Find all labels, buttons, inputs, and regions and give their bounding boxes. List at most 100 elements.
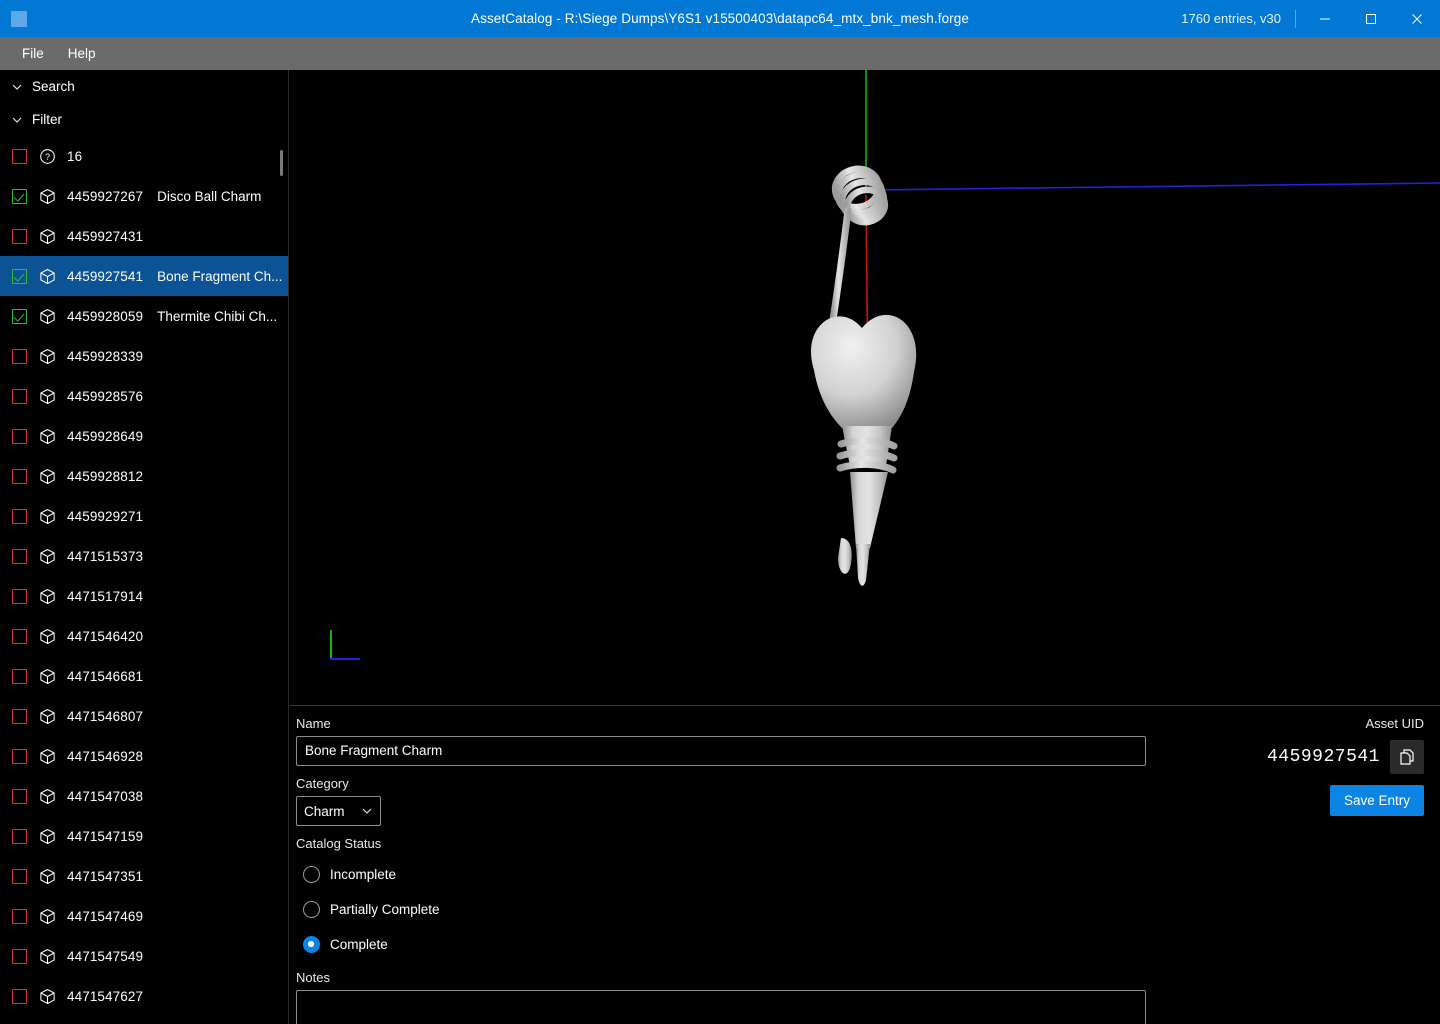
notes-input[interactable]	[296, 990, 1146, 1024]
minimize-icon[interactable]	[1302, 0, 1348, 37]
category-select[interactable]: Charm	[296, 796, 381, 826]
sidebar: Search Filter ? 16 4459927267 Disco Ball Ch…	[0, 70, 289, 1024]
radio-complete[interactable]: Complete	[296, 927, 1151, 962]
row-uid: 4459929271	[67, 508, 144, 524]
row-checkbox[interactable]	[12, 668, 27, 684]
asset-uid-row: 4459927541	[1124, 740, 1424, 774]
row-uid: 4459927267	[67, 188, 144, 204]
row-checkbox[interactable]	[12, 548, 27, 564]
mesh-cube-icon	[38, 427, 57, 446]
list-item[interactable]: 4459928576	[0, 376, 288, 416]
close-icon[interactable]	[1394, 0, 1440, 37]
radio-incomplete[interactable]: Incomplete	[296, 857, 1151, 892]
row-checkbox[interactable]	[12, 788, 27, 804]
list-item[interactable]: 4471515373	[0, 536, 288, 576]
list-item[interactable]: 4459927541 Bone Fragment Ch...	[0, 256, 288, 296]
row-checkbox[interactable]	[12, 908, 27, 924]
row-checkbox[interactable]	[12, 188, 27, 204]
list-item[interactable]: 4459927267 Disco Ball Charm	[0, 176, 288, 216]
row-checkbox[interactable]	[12, 868, 27, 884]
list-item[interactable]: 4459928649	[0, 416, 288, 456]
row-checkbox[interactable]	[12, 988, 27, 1004]
row-checkbox[interactable]	[12, 428, 27, 444]
radio-partially-complete[interactable]: Partially Complete	[296, 892, 1151, 927]
row-uid: 4471547549	[67, 948, 144, 964]
menu-item-file[interactable]: File	[10, 41, 56, 66]
model-render	[810, 70, 1440, 586]
row-checkbox[interactable]	[12, 268, 27, 284]
row-checkbox[interactable]	[12, 588, 27, 604]
sidebar-section-filter[interactable]: Filter	[0, 103, 288, 136]
mesh-cube-icon	[38, 987, 57, 1006]
mesh-cube-icon	[38, 907, 57, 926]
app-square-icon	[0, 0, 37, 37]
list-item[interactable]: 4471546807	[0, 696, 288, 736]
mesh-cube-icon	[38, 387, 57, 406]
mesh-cube-icon	[38, 347, 57, 366]
row-checkbox[interactable]	[12, 308, 27, 324]
sidebar-section-search[interactable]: Search	[0, 70, 288, 103]
catalog-status-group: Incomplete Partially Complete Complete	[296, 857, 1151, 962]
name-input[interactable]: Bone Fragment Charm	[296, 736, 1146, 766]
row-checkbox[interactable]	[12, 628, 27, 644]
row-checkbox[interactable]	[12, 748, 27, 764]
maximize-icon[interactable]	[1348, 0, 1394, 37]
list-item[interactable]: 4459928059 Thermite Chibi Ch...	[0, 296, 288, 336]
mesh-cube-icon	[38, 507, 57, 526]
list-item[interactable]: 4459929271	[0, 496, 288, 536]
entry-form-panel: Name Bone Fragment Charm Category Charm …	[290, 705, 1440, 1024]
asset-list[interactable]: ? 16 4459927267 Disco Ball Charm 4459927431 4…	[0, 136, 288, 1016]
row-checkbox[interactable]	[12, 468, 27, 484]
menu-item-help[interactable]: Help	[56, 41, 108, 66]
row-uid: 4459928576	[67, 388, 144, 404]
list-item[interactable]: 4471547351	[0, 856, 288, 896]
radio-complete-dot	[303, 936, 320, 953]
radio-partially-complete-dot	[303, 901, 320, 918]
category-label: Category	[296, 776, 349, 791]
row-checkbox[interactable]	[12, 388, 27, 404]
title-bar: AssetCatalog - R:\Siege Dumps\Y6S1 v1550…	[0, 0, 1440, 37]
mesh-cube-icon	[38, 547, 57, 566]
mesh-cube-icon	[38, 787, 57, 806]
row-checkbox[interactable]	[12, 348, 27, 364]
axis-gizmo-y	[330, 630, 332, 660]
radio-partially-complete-label: Partially Complete	[330, 902, 440, 917]
row-checkbox[interactable]	[12, 508, 27, 524]
list-item[interactable]: 4471546681	[0, 656, 288, 696]
charm-tip-right-mesh	[856, 544, 870, 586]
question-mark-icon: ?	[38, 147, 57, 166]
list-item[interactable]: 4471546928	[0, 736, 288, 776]
row-uid: 4459927431	[67, 228, 144, 244]
row-checkbox[interactable]	[12, 708, 27, 724]
list-item[interactable]: 4471547549	[0, 936, 288, 976]
row-checkbox[interactable]	[12, 148, 27, 164]
list-item[interactable]: 4471547469	[0, 896, 288, 936]
list-item[interactable]: 4471547159	[0, 816, 288, 856]
row-checkbox[interactable]	[12, 828, 27, 844]
list-item[interactable]: 4459927431	[0, 216, 288, 256]
list-item[interactable]: 4459928339	[0, 336, 288, 376]
mesh-cube-icon	[38, 587, 57, 606]
model-viewport[interactable]	[290, 70, 1440, 705]
list-item[interactable]: ? 16	[0, 136, 288, 176]
save-entry-button[interactable]: Save Entry	[1329, 785, 1424, 816]
list-item[interactable]: 4471547038	[0, 776, 288, 816]
sidebar-scrollbar-thumb[interactable]	[280, 150, 283, 176]
keyring-mesh	[831, 165, 889, 226]
row-checkbox[interactable]	[12, 948, 27, 964]
copy-icon[interactable]	[1390, 740, 1424, 774]
catalog-status-label: Catalog Status	[296, 836, 382, 851]
menu-bar: File Help	[0, 37, 1440, 70]
list-item[interactable]: 4471517914	[0, 576, 288, 616]
titlebar-divider	[1295, 9, 1296, 28]
entry-form-fields: Name Bone Fragment Charm Category Charm …	[296, 716, 1151, 1024]
row-uid: 4471547351	[67, 868, 144, 884]
list-item[interactable]: 4471546420	[0, 616, 288, 656]
row-checkbox[interactable]	[12, 228, 27, 244]
axis-z-line	[869, 182, 1440, 191]
asset-uid-label: Asset UID	[1365, 716, 1424, 731]
radio-incomplete-dot	[303, 866, 320, 883]
list-item[interactable]: 4459928812	[0, 456, 288, 496]
list-item[interactable]: 4471547627	[0, 976, 288, 1016]
axis-gizmo-z	[330, 658, 360, 660]
